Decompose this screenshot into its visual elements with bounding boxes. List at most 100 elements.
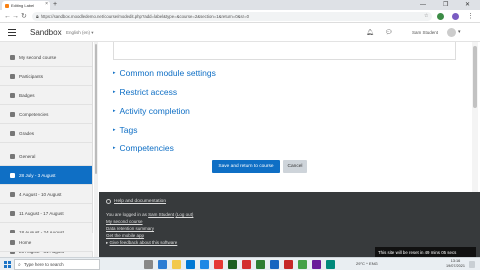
language-selector[interactable]: English (en) ▾ (66, 30, 94, 36)
logged-in-prefix: You are logged in as (106, 212, 147, 217)
search-icon: ⌕ (18, 261, 21, 268)
chrome-icon[interactable] (298, 260, 307, 269)
user-menu-caret-icon[interactable]: ▾ (458, 29, 461, 35)
section-competencies[interactable]: ▸ Competencies (113, 143, 174, 153)
store-icon[interactable] (186, 260, 195, 269)
badge-icon (10, 92, 15, 98)
tab-close-icon[interactable]: × (45, 1, 48, 7)
user-avatar[interactable] (447, 28, 456, 37)
profile-avatar-icon[interactable] (452, 13, 459, 20)
section-activity-completion[interactable]: ▸ Activity completion (113, 106, 190, 116)
folder-icon (10, 191, 15, 197)
messages-icon[interactable]: 💬︎ (385, 29, 393, 36)
expand-caret-icon: ▸ (113, 89, 116, 95)
sidebar-item-competencies[interactable]: Competencies (0, 105, 92, 124)
hamburger-menu-icon[interactable] (8, 29, 16, 38)
taskbar-clock[interactable]: 13:16 19/07/2021 (446, 259, 465, 269)
excel-icon[interactable] (256, 260, 265, 269)
user-name[interactable]: Sam Student (412, 30, 438, 35)
sidebar-item-label: Grades (19, 130, 35, 136)
logout-link[interactable]: (Log out) (175, 212, 193, 217)
sidebar-item-11-august-17-august[interactable]: 11 August - 17 August (0, 204, 92, 223)
bookmark-star-icon[interactable]: ☆ (424, 13, 428, 19)
sidebar-item-28-july-3-august[interactable]: 28 July - 3 August (0, 166, 92, 185)
address-bar[interactable]: 🔒︎ https://sandbox.moodledemo.net/course… (32, 12, 432, 21)
editor-box-bottom (113, 42, 456, 60)
word-icon[interactable] (270, 260, 279, 269)
sidebar-scrollbar-thumb[interactable] (95, 44, 97, 174)
expand-caret-icon: ▸ (113, 108, 116, 114)
section-title: Activity completion (119, 106, 190, 116)
app-icon[interactable] (312, 260, 321, 269)
mail-icon[interactable] (200, 260, 209, 269)
close-window-button[interactable]: ✕ (465, 0, 470, 10)
logged-in-user-link[interactable]: Sam Student (148, 212, 174, 217)
sidebar-item-home[interactable]: Home (0, 233, 93, 252)
users-icon (10, 73, 15, 79)
extension-icon[interactable] (437, 13, 444, 20)
edge-icon[interactable] (158, 260, 167, 269)
powerpoint-icon[interactable] (284, 260, 293, 269)
sidebar-item-my-second-course[interactable]: My second course (0, 48, 92, 67)
mobile-app-link[interactable]: Get the mobile app (106, 233, 144, 238)
browser-menu-icon[interactable]: ⋮ (467, 12, 474, 21)
help-documentation-link[interactable]: Help and documentation (106, 199, 166, 204)
section-common-module-settings[interactable]: ▸ Common module settings (113, 68, 216, 78)
browser-tab-strip: Editing Label × + — ❐ ✕ (0, 0, 480, 10)
help-link-text: Help and documentation (114, 199, 167, 204)
excel-icon[interactable] (228, 260, 237, 269)
nav-drawer: My second course Participants Badges Com… (0, 42, 93, 257)
sidebar-item-4-august-10-august[interactable]: 4 August - 10 August (0, 185, 92, 204)
expand-caret-icon: ▸ (113, 70, 116, 76)
page-scrollbar-thumb[interactable] (473, 46, 477, 108)
folder-icon (10, 172, 15, 178)
section-tags[interactable]: ▸ Tags (113, 125, 137, 135)
section-title: Common module settings (119, 68, 216, 78)
footer-course-link[interactable]: My second course (106, 219, 143, 224)
section-restrict-access[interactable]: ▸ Restrict access (113, 87, 177, 97)
table-icon (10, 130, 15, 136)
save-and-return-button[interactable]: Save and return to course (212, 160, 280, 173)
windows-start-icon[interactable] (4, 261, 11, 268)
file-explorer-icon[interactable] (172, 260, 181, 269)
notification-center-icon[interactable] (469, 261, 475, 268)
system-tray[interactable]: 29°C ^ ENG (356, 261, 378, 266)
notification-bell-icon[interactable]: 🔔︎ (366, 29, 374, 36)
acrobat-icon[interactable] (242, 260, 251, 269)
app-icon[interactable] (214, 260, 223, 269)
home-icon (10, 239, 15, 245)
new-tab-button[interactable]: + (53, 0, 57, 10)
expand-caret-icon: ▸ (113, 145, 116, 151)
clock-date: 19/07/2021 (446, 264, 466, 268)
sidebar-item-badges[interactable]: Badges (0, 86, 92, 105)
sidebar-item-label: General (19, 153, 36, 159)
maximize-button[interactable]: ❐ (443, 0, 448, 10)
windows-taskbar: ⌕ Type here to search 29°C ^ ENG 13:16 1… (0, 257, 480, 270)
help-icon (106, 199, 111, 204)
expand-caret-icon: ▸ (113, 127, 116, 133)
site-name[interactable]: Sandbox (30, 28, 62, 37)
section-title: Restrict access (119, 87, 178, 97)
sidebar-item-grades[interactable]: Grades (0, 124, 92, 143)
task-view-icon[interactable] (144, 260, 153, 269)
feedback-link[interactable]: ▸ Give feedback about this software (106, 240, 177, 246)
back-arrow-icon[interactable]: ← (4, 12, 11, 21)
minimize-button[interactable]: — (420, 0, 426, 10)
taskbar-search[interactable]: ⌕ Type here to search (14, 259, 100, 270)
sidebar-item-participants[interactable]: Participants (0, 67, 92, 86)
sidebar-item-label: 28 July - 3 August (19, 172, 56, 178)
sidebar-item-label: Home (19, 239, 32, 245)
sidebar-item-label: Participants (19, 73, 44, 79)
browser-tab[interactable]: Editing Label × (2, 1, 50, 10)
app-icon[interactable] (326, 260, 335, 269)
section-title: Competencies (119, 143, 174, 153)
cancel-button[interactable]: Cancel (283, 160, 307, 173)
reload-icon[interactable]: ↻ (21, 12, 27, 21)
data-retention-link[interactable]: Data retention summary (106, 226, 154, 231)
sidebar-item-label: My second course (19, 54, 57, 60)
browser-toolbar: ← → ↻ 🔒︎ https://sandbox.moodledemo.net/… (0, 10, 480, 23)
logged-in-info: You are logged in as Sam Student (Log ou… (106, 212, 193, 217)
forward-arrow-icon[interactable]: → (12, 12, 19, 21)
sidebar-item-general[interactable]: General (0, 147, 92, 166)
sidebar-item-label: Competencies (19, 111, 49, 117)
